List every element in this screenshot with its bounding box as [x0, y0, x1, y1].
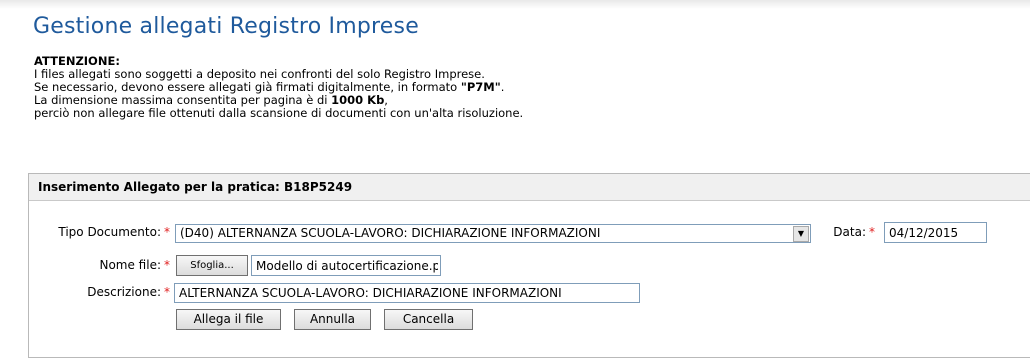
- cancella-button[interactable]: Cancella: [384, 309, 473, 330]
- panel-header: Inserimento Allegato per la pratica: B18…: [29, 174, 1030, 201]
- required-mark: *: [164, 285, 170, 299]
- descrizione-field[interactable]: [174, 283, 640, 303]
- tipo-documento-value: (D40) ALTERNANZA SCUOLA-LAVORO: DICHIARA…: [180, 226, 601, 240]
- tipo-documento-select[interactable]: (D40) ALTERNANZA SCUOLA-LAVORO: DICHIARA…: [175, 224, 811, 243]
- notice-heading: ATTENZIONE:: [34, 54, 120, 68]
- notice-block: ATTENZIONE: I files allegati sono sogget…: [34, 55, 523, 120]
- allega-file-button[interactable]: Allega il file: [176, 309, 281, 330]
- annulla-button[interactable]: Annulla: [294, 309, 371, 330]
- browse-button[interactable]: Sfoglia...: [176, 255, 248, 276]
- page-title: Gestione allegati Registro Imprese: [33, 14, 419, 39]
- notice-line-4: perciò non allegare file ottenuti dalla …: [34, 106, 524, 120]
- top-bar: [0, 0, 1030, 9]
- tipo-documento-label: Tipo Documento: *: [58, 225, 170, 239]
- required-mark: *: [164, 225, 170, 239]
- data-label: Data: *: [833, 225, 875, 239]
- data-field[interactable]: [884, 222, 987, 243]
- nome-file-label: Nome file: *: [99, 258, 170, 272]
- file-name-field[interactable]: [251, 255, 441, 276]
- required-mark: *: [869, 225, 875, 239]
- required-mark: *: [164, 258, 170, 272]
- chevron-down-icon[interactable]: ▼: [793, 226, 809, 242]
- descrizione-label: Descrizione: *: [87, 285, 170, 299]
